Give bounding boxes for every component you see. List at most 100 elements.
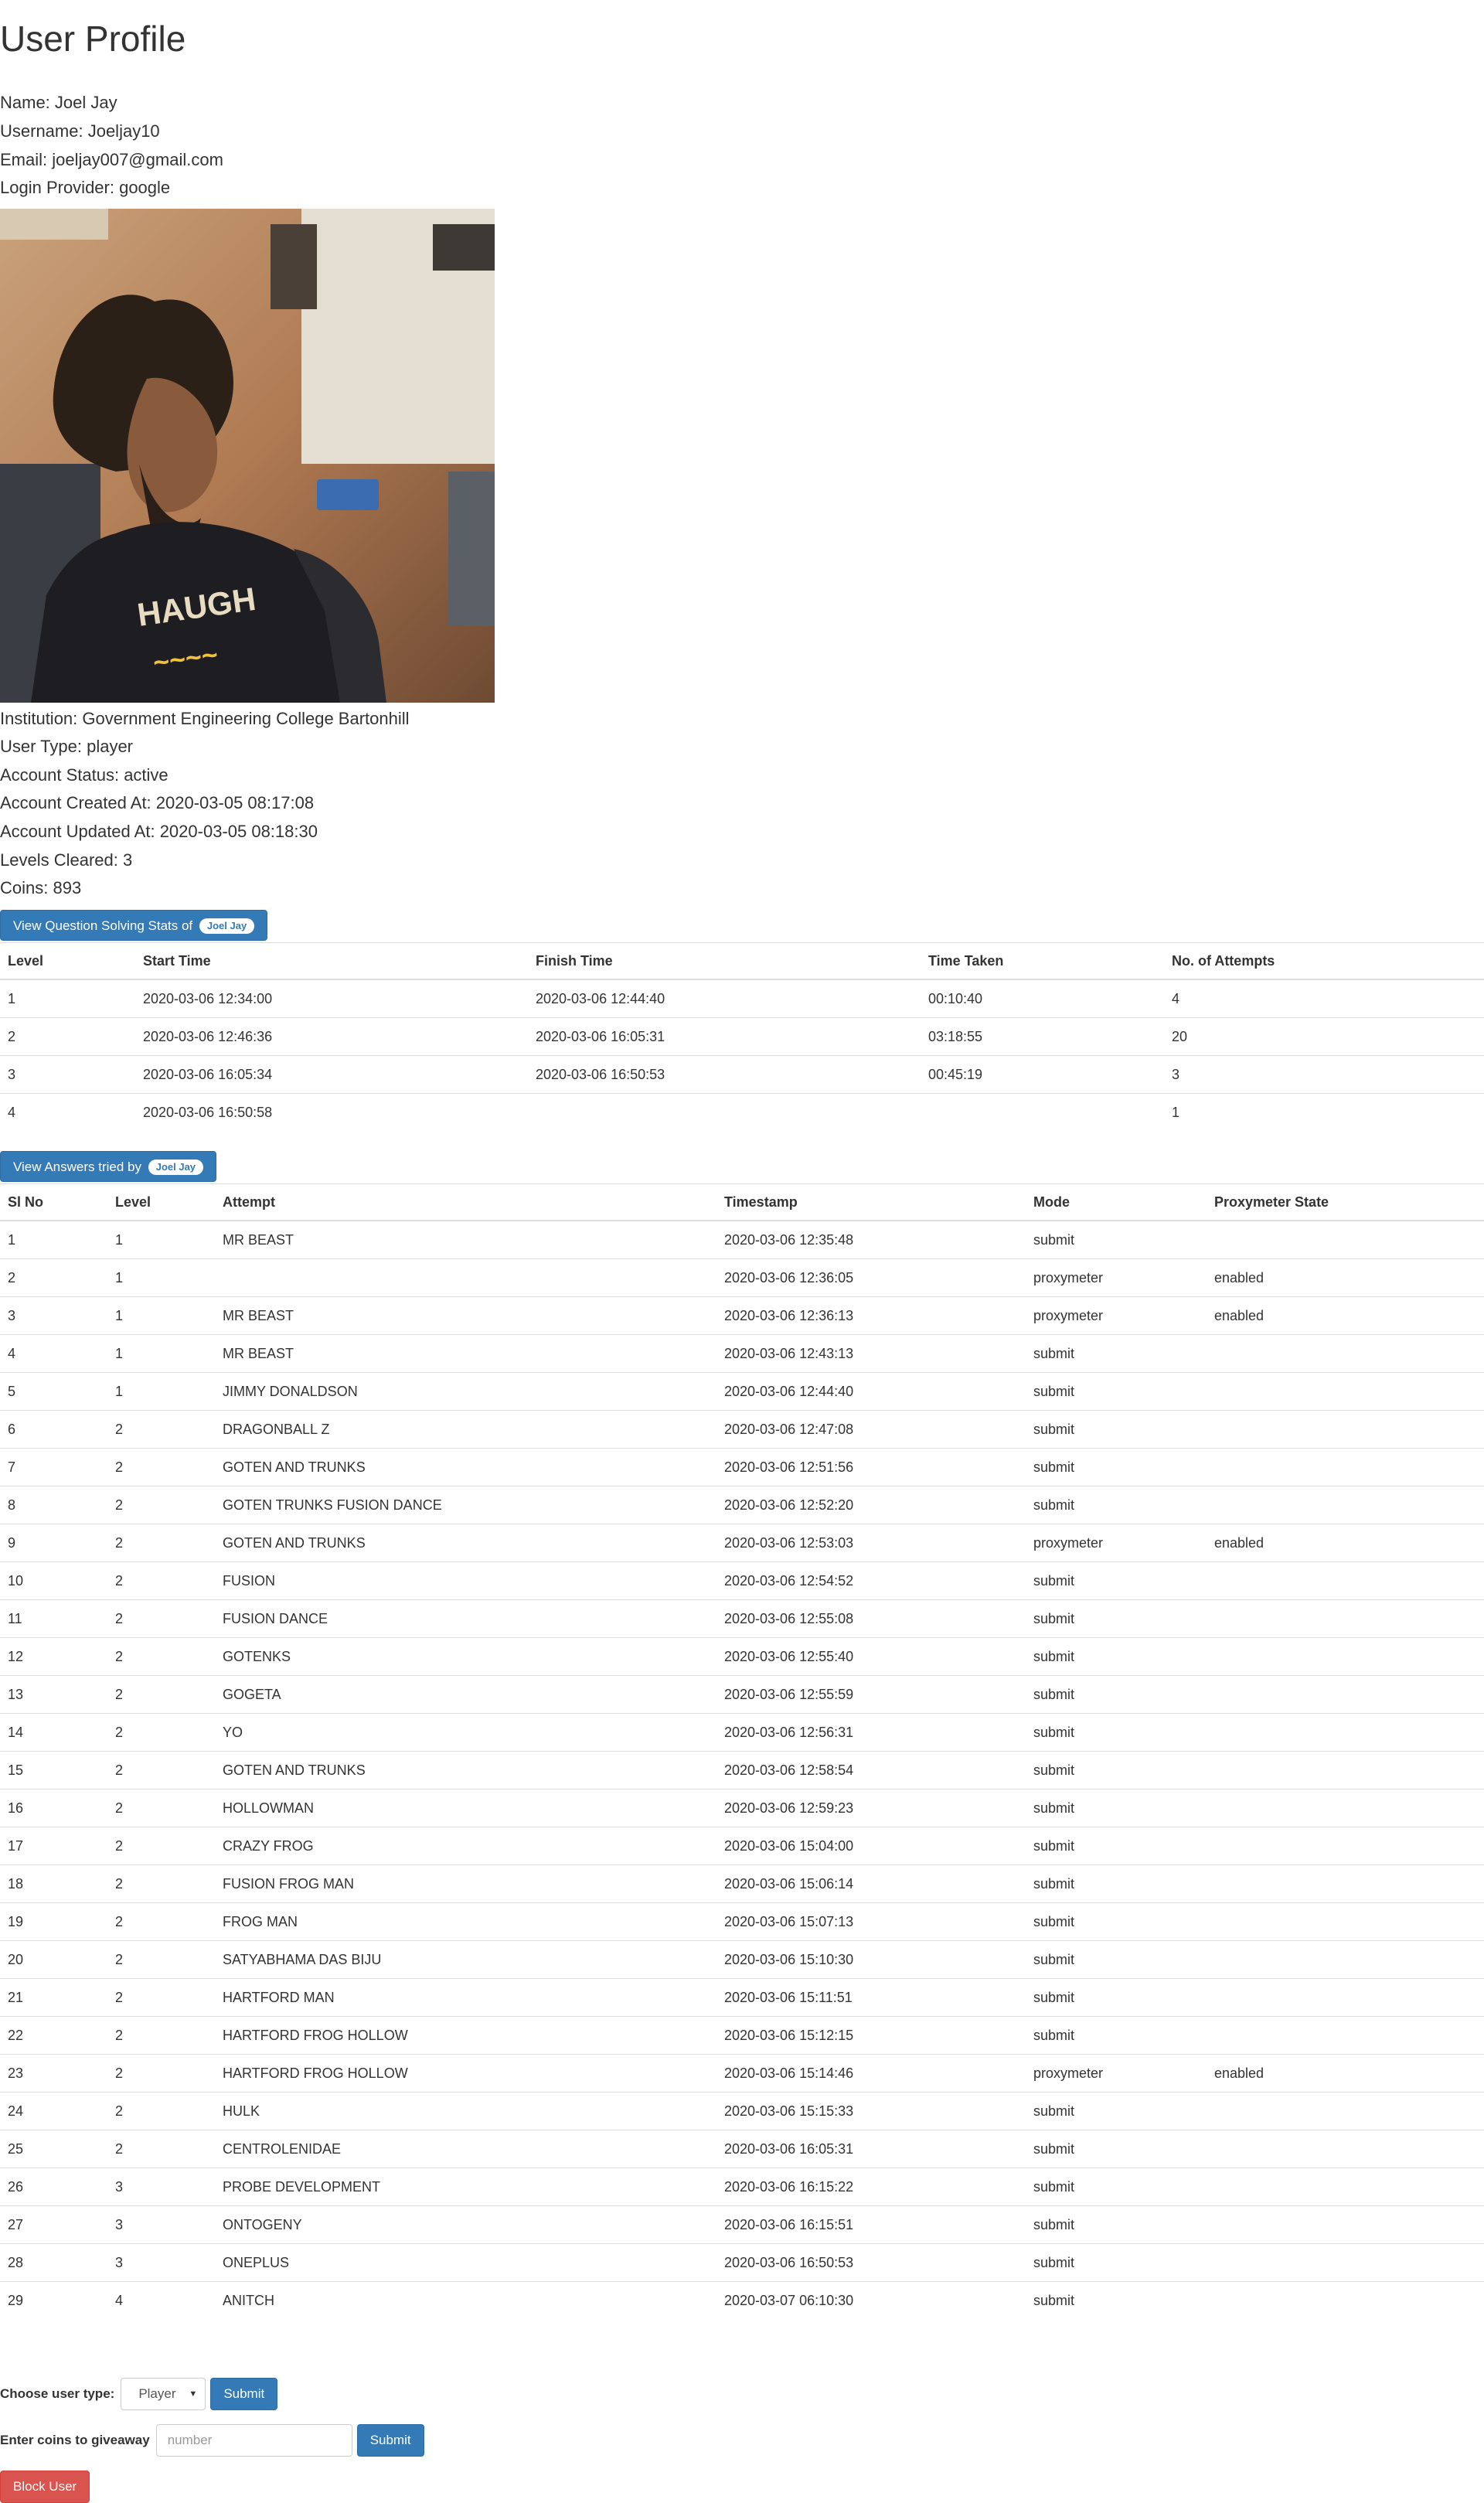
table-cell: 1 [115,1231,124,1248]
table-cell [1207,2130,1484,2168]
table-cell: 12 [0,1637,107,1676]
table-cell [215,1258,716,1297]
table-cell: 26 [0,2168,107,2206]
table-row: 4 1 MR BEAST 2020-03-06 12:43:13 submit [0,1334,1484,1373]
table-row: 7 2 GOTEN AND TRUNKS 2020-03-06 12:51:56 sub… [0,1448,1484,1486]
table-cell: 2020-03-06 12:36:13 [716,1296,1026,1335]
table-cell: submit [1026,1751,1207,1790]
view-answers-button[interactable]: View Answers tried by Joel Jay [0,1151,217,1182]
table-cell: 14 [0,1713,107,1752]
table-cell: 2020-03-06 16:05:31 [716,2130,1026,2168]
column-header: Start Time [135,942,528,980]
table-cell: 4 [0,1093,135,1131]
table-cell: submit [1026,2016,1207,2055]
table-row: 2 2020-03-06 12:46:36 2020-03-06 16:05:31 0… [0,1017,1484,1056]
view-stats-label: View Question Solving Stats of [13,918,193,933]
table-cell: 00:10:40 [928,990,983,1006]
table-cell: submit [1026,1827,1207,1865]
table-cell: 20 [1164,1017,1484,1056]
table-cell: 7 [0,1448,107,1486]
table-cell: proxymeter [1026,2054,1207,2093]
table-cell: 00:45:19 [921,1055,1164,1094]
table-cell: ONEPLUS [215,2243,716,2282]
table-cell: 9 [0,1524,107,1562]
table-cell: MR BEAST [223,1231,294,1248]
table-row: 9 2 GOTEN AND TRUNKS 2020-03-06 12:53:03 pro… [0,1524,1484,1562]
table-cell [1207,1448,1484,1486]
table-cell: 24 [0,2092,107,2130]
coins-input[interactable] [155,2424,352,2457]
table-cell: 3 [0,1296,107,1335]
table-cell: ANITCH [215,2281,716,2319]
column-header: Proxymeter State [1207,1183,1484,1221]
user-type-submit-button[interactable]: Submit [210,2378,278,2410]
table-cell: FUSION DANCE [215,1599,716,1638]
table-cell: submit [1026,1448,1207,1486]
table-cell: submit [1026,2168,1207,2206]
table-row: 25 2 CENTROLENIDAE 2020-03-06 16:05:31 submi… [0,2130,1484,2168]
user-type-select[interactable]: Player ▼ [121,2378,206,2410]
table-cell: 2 [107,1789,215,1827]
table-row: 21 2 HARTFORD MAN 2020-03-06 15:11:51 submit [0,1978,1484,2017]
table-cell: 13 [0,1675,107,1714]
column-header: Mode [1026,1183,1207,1221]
table-cell: 2 [107,1827,215,1865]
table-cell: submit [1026,1978,1207,2017]
table-cell: submit [1026,1713,1207,1752]
table-cell: enabled [1207,1296,1484,1335]
table-cell [1207,1789,1484,1827]
table-cell: 2 [107,1751,215,1790]
table-cell: GOTEN AND TRUNKS [215,1448,716,1486]
column-header: Finish Time [528,942,921,980]
table-row: 13 2 GOGETA 2020-03-06 12:55:59 submit [0,1675,1484,1714]
table-cell: HARTFORD FROG HOLLOW [215,2054,716,2093]
table-cell: GOTEN TRUNKS FUSION DANCE [215,1486,716,1524]
table-row: 29 4 ANITCH 2020-03-07 06:10:30 submit [0,2281,1484,2319]
block-user-button[interactable]: Block User [0,2471,90,2503]
table-cell: 2020-03-06 15:11:51 [716,1978,1026,2017]
column-header: Level [107,1183,215,1221]
table-cell: HARTFORD FROG HOLLOW [215,2016,716,2055]
table-cell: 2020-03-06 15:07:13 [716,1902,1026,1941]
profile-created-at: Account Created At: 2020-03-05 08:17:08 [0,793,315,812]
page-title: User Profile [0,19,186,59]
table-cell: proxymeter [1026,1524,1207,1562]
table-cell: submit [1026,1864,1207,1903]
table-cell: 27 [0,2205,107,2244]
table-cell: FUSION [215,1561,716,1600]
table-cell: 2 [107,1486,215,1524]
answers-table-body: 1 1 MR BEAST 2020-03-06 12:35:48 submit 2 1 202… [0,1221,1484,2319]
table-cell: 03:18:55 [921,1017,1164,1056]
table-cell: 1 [1164,1093,1484,1131]
user-type-label: Choose user type: [0,2386,115,2401]
table-cell: 2020-03-06 12:55:59 [716,1675,1026,1714]
table-cell [1207,2092,1484,2130]
table-cell: 4 [0,1334,107,1373]
stats-table-body: 1 2020-03-06 12:34:00 2020-03-06 12:44:40 0… [0,979,1484,1131]
table-row: 28 3 ONEPLUS 2020-03-06 16:50:53 submit [0,2243,1484,2282]
table-cell: 2020-03-06 16:15:22 [716,2168,1026,2206]
table-cell: 2 [107,1713,215,1752]
table-cell [1207,1675,1484,1714]
table-cell: FROG MAN [215,1902,716,1941]
table-cell: 2020-03-07 06:10:30 [716,2281,1026,2319]
table-cell: CENTROLENIDAE [215,2130,716,2168]
table-cell: enabled [1207,1258,1484,1297]
table-cell [1207,2016,1484,2055]
table-cell: HOLLOWMAN [215,1789,716,1827]
table-row: 3 2020-03-06 16:05:34 2020-03-06 16:50:53 0… [0,1055,1484,1094]
table-cell: 15 [0,1751,107,1790]
table-cell: 2 [107,1599,215,1638]
table-cell: submit [1026,1372,1207,1411]
table-row: 26 3 PROBE DEVELOPMENT 2020-03-06 16:15:22 s… [0,2168,1484,2206]
table-cell: 23 [0,2054,107,2093]
table-cell: PROBE DEVELOPMENT [215,2168,716,2206]
table-cell: 2020-03-06 16:50:53 [528,1055,921,1094]
coins-submit-button[interactable]: Submit [356,2424,424,2457]
table-cell: 29 [0,2281,107,2319]
table-cell: submit [1026,1561,1207,1600]
table-cell: 21 [0,1978,107,2017]
table-cell: submit [1026,2130,1207,2168]
table-row: 15 2 GOTEN AND TRUNKS 2020-03-06 12:58:54 su… [0,1751,1484,1790]
view-stats-button[interactable]: View Question Solving Stats of Joel Jay [0,910,268,941]
